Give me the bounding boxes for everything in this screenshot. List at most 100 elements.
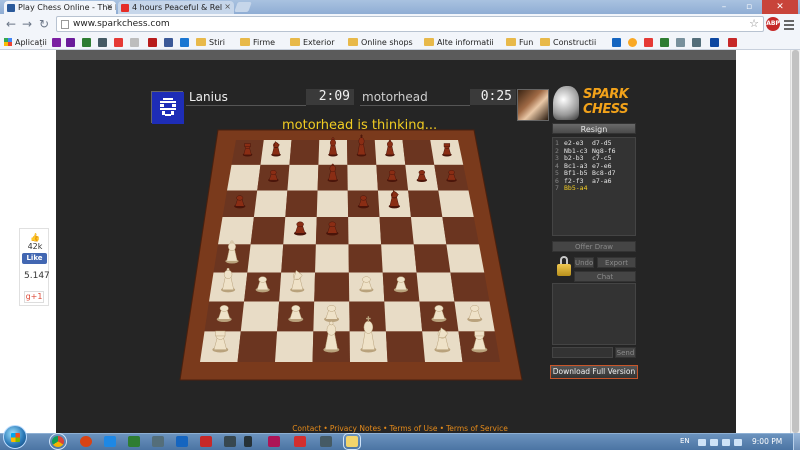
app-icon-13[interactable]	[343, 433, 361, 450]
footer-link-terms-of-use[interactable]: Terms of Use	[389, 424, 437, 433]
app-icon-2[interactable]	[80, 436, 92, 447]
bookmark-icon[interactable]	[692, 38, 701, 47]
resign-button[interactable]: Resign	[552, 123, 636, 134]
bookmark-icon[interactable]	[82, 38, 91, 47]
bookmark-label: Alte informatii	[437, 38, 494, 47]
app-icon-12[interactable]	[320, 436, 332, 447]
network-icon[interactable]	[710, 439, 718, 446]
bookmark-icon[interactable]	[676, 38, 685, 47]
facebook-icon[interactable]	[164, 38, 173, 47]
move-list[interactable]: 1 e2-e3 d7-d5 2 Nb1-c3 Ng8-f6 3 b2-b3 c7-c5 4 Bc1-…	[552, 137, 636, 236]
reload-icon[interactable]: ↻	[37, 17, 51, 31]
close-tab-icon[interactable]: ×	[224, 2, 231, 11]
maximize-icon[interactable]: ▫	[737, 0, 761, 14]
footer-link-contact[interactable]: Contact	[292, 424, 321, 433]
app-icon-10[interactable]	[268, 436, 280, 447]
tray-icon[interactable]	[698, 439, 706, 446]
bookmark-icon[interactable]	[628, 38, 637, 47]
show-desktop-button[interactable]	[793, 433, 800, 450]
bookmark-icon[interactable]	[148, 38, 157, 47]
bookmark-icon[interactable]	[612, 38, 621, 47]
chat-button[interactable]: Chat	[574, 271, 636, 282]
app-icon-8[interactable]	[224, 436, 236, 447]
bookmark-label: Online shops	[361, 38, 413, 47]
address-bar[interactable]: www.sparkchess.com ☆	[56, 16, 764, 32]
bookmark-star-icon[interactable]: ☆	[749, 17, 759, 31]
adblock-plus-icon[interactable]: ABP	[766, 17, 780, 31]
chat-input[interactable]	[552, 347, 613, 358]
scrollbar-thumb[interactable]	[792, 50, 799, 433]
bookmark-folder-firme[interactable]: Firme	[240, 37, 275, 48]
chat-send-button[interactable]: Send	[615, 347, 636, 358]
player1-name: Lanius	[189, 90, 228, 104]
bookmark-folder-constructii[interactable]: Constructii	[540, 37, 596, 48]
folder-icon	[196, 38, 206, 46]
app-icon-4[interactable]	[128, 436, 140, 447]
move-row[interactable]: 7 Bb5-a4	[555, 184, 633, 193]
lock-icon[interactable]	[557, 256, 571, 278]
flag-icon[interactable]	[734, 439, 742, 446]
site-footer: Contact • Privacy Notes • Terms of Use • Terms…	[292, 424, 508, 433]
app-icon-6[interactable]	[176, 436, 188, 447]
start-button[interactable]	[3, 425, 27, 449]
bookmark-icon[interactable]	[130, 38, 139, 47]
move-number: 7	[555, 184, 559, 192]
player1-divider	[186, 105, 306, 106]
bookmark-apps[interactable]: Aplicații	[4, 37, 47, 48]
close-tab-icon[interactable]: ×	[106, 2, 113, 11]
yahoo-icon[interactable]	[66, 38, 75, 47]
app-icon-9[interactable]	[244, 436, 252, 447]
chrome-icon[interactable]	[49, 433, 67, 450]
back-icon[interactable]: ←	[4, 17, 18, 31]
google-plus-button[interactable]: g+1	[24, 291, 44, 303]
tab-sparkchess[interactable]: Play Chess Online - The P ×	[4, 1, 116, 14]
page-icon	[61, 20, 69, 29]
apps-grid-icon	[4, 38, 12, 46]
app-icon-7[interactable]	[200, 436, 212, 447]
bookmark-icon[interactable]	[710, 38, 719, 47]
page-scrollbar[interactable]	[790, 50, 800, 433]
bookmark-icon[interactable]	[728, 38, 737, 47]
app-icon-3[interactable]	[104, 436, 116, 447]
bookmark-folder-stiri[interactable]: Stiri	[196, 37, 225, 48]
bookmark-icon[interactable]	[98, 38, 107, 47]
facebook-like-button[interactable]: Like	[22, 253, 47, 264]
url-text: www.sparkchess.com	[73, 19, 170, 29]
horse-logo-icon	[553, 86, 579, 120]
language-indicator[interactable]: EN	[680, 437, 690, 445]
app-icon-5[interactable]	[152, 436, 164, 447]
footer-link-terms-of-service[interactable]: Terms of Service	[446, 424, 508, 433]
menu-icon[interactable]	[784, 18, 794, 30]
undo-button[interactable]: Undo	[574, 257, 594, 268]
volume-icon[interactable]	[722, 439, 730, 446]
white-move: Bb5-a4	[564, 184, 588, 192]
bookmark-icon[interactable]	[660, 38, 669, 47]
bookmark-folder-alte-informatii[interactable]: Alte informatii	[424, 37, 494, 48]
bookmark-icon[interactable]	[114, 38, 123, 47]
bookmark-icon[interactable]	[180, 38, 189, 47]
offer-draw-button[interactable]: Offer Draw	[552, 241, 636, 252]
bookmark-folder-fun[interactable]: Fun	[506, 37, 533, 48]
bookmark-folder-exterior[interactable]: Exterior	[290, 37, 335, 48]
export-pgn-button[interactable]: Export PGN	[597, 257, 636, 278]
minimize-icon[interactable]: –	[712, 0, 736, 14]
player1-clock: 2:09	[306, 89, 354, 105]
app-icon-11[interactable]	[294, 436, 306, 447]
folder-icon	[290, 38, 300, 46]
tab-bar: Play Chess Online - The P × 4 hours Peac…	[0, 0, 800, 14]
tab-youtube[interactable]: 4 hours Peaceful & Rel ×	[118, 1, 234, 14]
close-window-icon[interactable]: ✕	[762, 0, 798, 14]
logo-line2: CHESS	[583, 102, 629, 117]
forward-icon[interactable]: →	[20, 17, 34, 31]
bookmark-icon[interactable]	[52, 38, 61, 47]
bookmark-icon[interactable]	[644, 38, 653, 47]
taskbar-clock[interactable]: 9:00 PM	[752, 437, 782, 446]
folder-icon	[506, 38, 516, 46]
tab-title: 4 hours Peaceful & Rel	[132, 3, 223, 12]
download-full-version-button[interactable]: Download Full Version	[550, 365, 638, 379]
footer-link-privacy[interactable]: Privacy Notes	[330, 424, 381, 433]
player2-avatar	[517, 89, 549, 121]
bookmark-label: Aplicații	[15, 38, 47, 47]
new-tab-button[interactable]	[234, 2, 252, 12]
bookmark-folder-online-shops[interactable]: Online shops	[348, 37, 413, 48]
